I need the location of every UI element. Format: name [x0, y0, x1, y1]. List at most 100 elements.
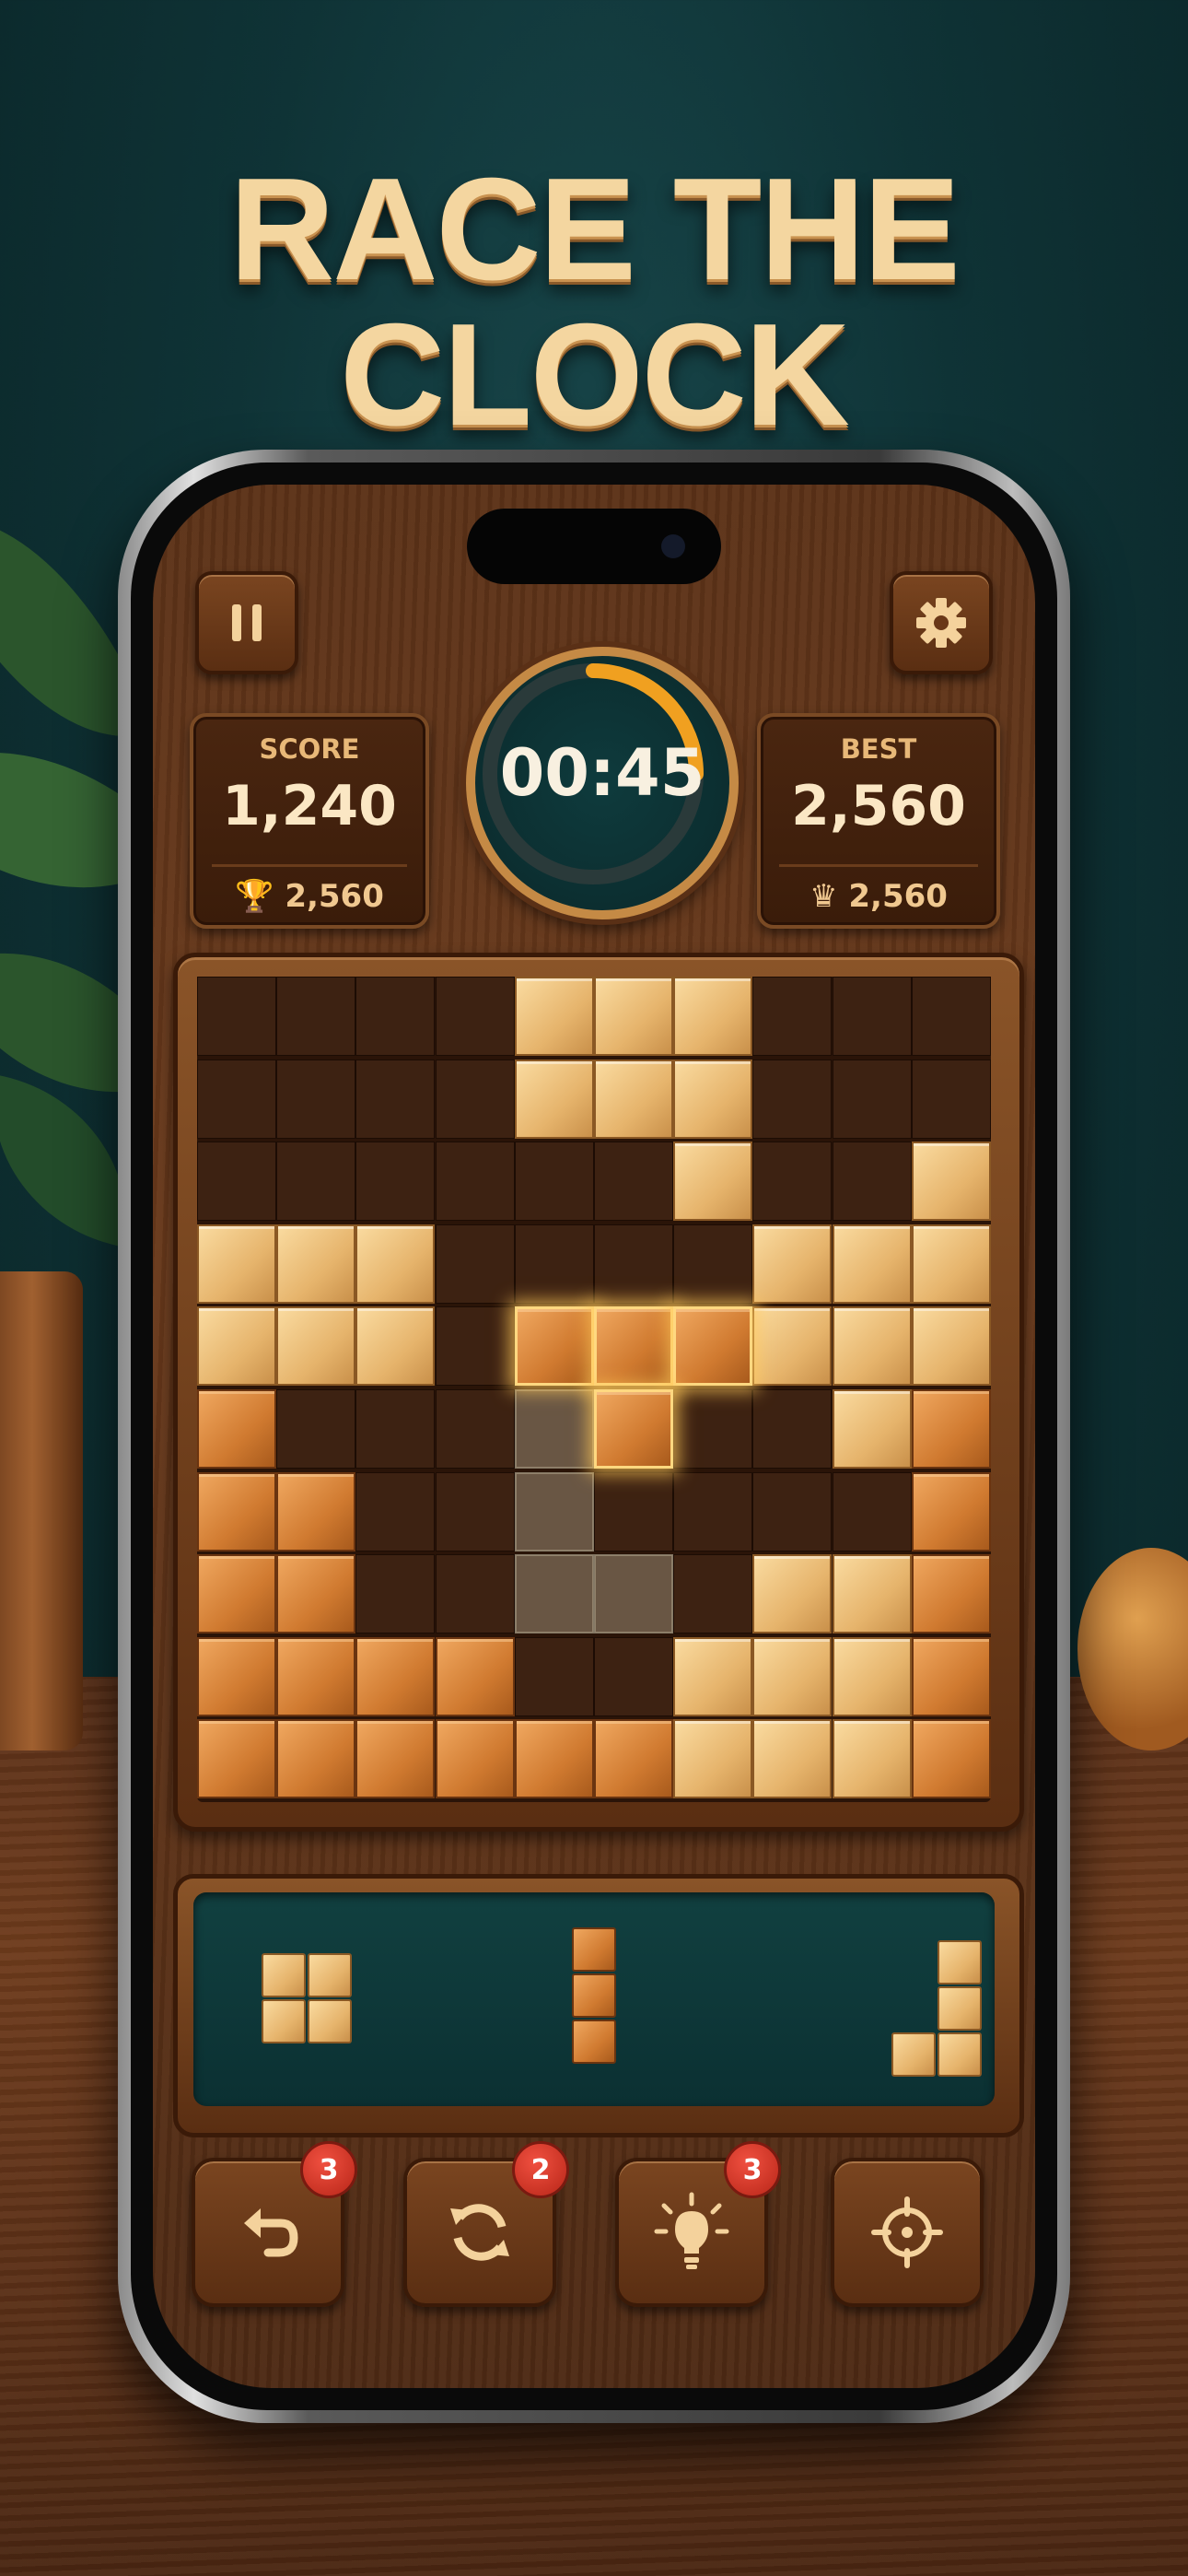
placement-preview-cell	[514, 1554, 594, 1634]
light-block	[673, 1059, 753, 1139]
orange-block	[197, 1719, 276, 1799]
empty-cell[interactable]	[355, 1059, 436, 1139]
empty-cell[interactable]	[514, 1142, 594, 1222]
orange-block	[911, 1719, 991, 1799]
orange-block	[911, 1389, 991, 1469]
shuffle-badge: 2	[512, 2141, 569, 2198]
empty-cell[interactable]	[435, 1389, 515, 1469]
tray-block	[938, 1940, 982, 1985]
tray-block	[572, 2020, 616, 2064]
empty-cell[interactable]	[197, 1142, 276, 1222]
gear-icon	[916, 598, 966, 648]
empty-cell[interactable]	[197, 1059, 276, 1139]
timer-text: 00:45	[499, 735, 705, 811]
empty-cell[interactable]	[276, 1389, 356, 1469]
active-piece-block[interactable]	[594, 1306, 673, 1387]
game-board[interactable]	[197, 977, 991, 1802]
light-block	[514, 977, 594, 1056]
empty-cell[interactable]	[752, 1389, 833, 1469]
active-piece-block[interactable]	[594, 1389, 673, 1469]
empty-cell[interactable]	[435, 1224, 515, 1304]
light-block	[752, 1224, 833, 1304]
score-panel: SCORE 1,240 🏆 2,560	[190, 713, 429, 929]
dynamic-island	[467, 509, 721, 584]
empty-cell[interactable]	[435, 1306, 515, 1387]
light-block	[197, 1306, 276, 1387]
orange-block	[514, 1719, 594, 1799]
orange-block	[355, 1636, 436, 1716]
empty-cell[interactable]	[355, 1142, 436, 1222]
orange-block	[435, 1636, 515, 1716]
pause-button[interactable]	[195, 571, 298, 674]
empty-cell[interactable]	[594, 1142, 673, 1222]
empty-cell[interactable]	[435, 1471, 515, 1551]
score-label: SCORE	[259, 733, 360, 765]
light-block	[594, 1059, 673, 1139]
empty-cell[interactable]	[435, 1142, 515, 1222]
countdown-timer: 00:45	[466, 647, 739, 919]
score-value: 1,240	[222, 774, 397, 838]
empty-cell[interactable]	[276, 977, 356, 1056]
headline: RACE THE CLOCK	[229, 148, 961, 456]
tray-block	[891, 2032, 936, 2077]
empty-cell[interactable]	[752, 977, 833, 1056]
plant-pot	[0, 1271, 83, 1751]
undo-button[interactable]: 3	[192, 2141, 357, 2307]
orange-block	[435, 1719, 515, 1799]
tray-block	[308, 1999, 352, 2043]
game-screen: SCORE 1,240 🏆 2,560 00:45 BEST 2,560 ♛ 2…	[153, 485, 1035, 2388]
empty-cell[interactable]	[911, 977, 991, 1056]
empty-cell[interactable]	[911, 1059, 991, 1139]
empty-cell[interactable]	[514, 1224, 594, 1304]
empty-cell[interactable]	[355, 977, 436, 1056]
empty-cell[interactable]	[355, 1471, 436, 1551]
empty-cell[interactable]	[832, 1059, 912, 1139]
empty-cell[interactable]	[832, 1471, 912, 1551]
best-label: BEST	[840, 733, 917, 765]
target-button[interactable]	[831, 2158, 984, 2307]
empty-cell[interactable]	[435, 1554, 515, 1634]
empty-cell[interactable]	[355, 1389, 436, 1469]
pause-icon	[232, 604, 262, 641]
active-piece-block[interactable]	[673, 1306, 753, 1387]
light-block	[911, 1306, 991, 1387]
placement-preview-cell	[514, 1471, 594, 1551]
light-block	[911, 1142, 991, 1222]
empty-cell[interactable]	[832, 1142, 912, 1222]
empty-cell[interactable]	[752, 1471, 833, 1551]
empty-cell[interactable]	[276, 1142, 356, 1222]
settings-button[interactable]	[890, 571, 993, 674]
crosshair-icon	[871, 2196, 943, 2268]
empty-cell[interactable]	[673, 1224, 753, 1304]
light-block	[832, 1306, 912, 1387]
hint-button[interactable]: 3	[615, 2141, 781, 2307]
active-piece-block[interactable]	[514, 1306, 594, 1387]
light-block	[832, 1224, 912, 1304]
empty-cell[interactable]	[435, 1059, 515, 1139]
tray-block	[262, 1999, 306, 2043]
light-block	[673, 1636, 753, 1716]
empty-cell[interactable]	[594, 1224, 673, 1304]
empty-cell[interactable]	[276, 1059, 356, 1139]
shuffle-button[interactable]: 2	[403, 2141, 569, 2307]
light-block	[752, 1554, 833, 1634]
empty-cell[interactable]	[752, 1059, 833, 1139]
empty-cell[interactable]	[594, 1636, 673, 1716]
empty-cell[interactable]	[832, 977, 912, 1056]
piece-tray	[193, 1892, 995, 2106]
orange-block	[197, 1389, 276, 1469]
light-block	[276, 1224, 356, 1304]
empty-cell[interactable]	[673, 1554, 753, 1634]
empty-cell[interactable]	[673, 1471, 753, 1551]
empty-cell[interactable]	[197, 977, 276, 1056]
score-sub: 🏆 2,560	[212, 864, 407, 915]
light-block	[673, 977, 753, 1056]
empty-cell[interactable]	[673, 1389, 753, 1469]
best-sub: ♛ 2,560	[779, 864, 978, 915]
empty-cell[interactable]	[514, 1636, 594, 1716]
empty-cell[interactable]	[752, 1142, 833, 1222]
empty-cell[interactable]	[355, 1554, 436, 1634]
empty-cell[interactable]	[435, 977, 515, 1056]
light-block	[752, 1719, 833, 1799]
empty-cell[interactable]	[594, 1471, 673, 1551]
